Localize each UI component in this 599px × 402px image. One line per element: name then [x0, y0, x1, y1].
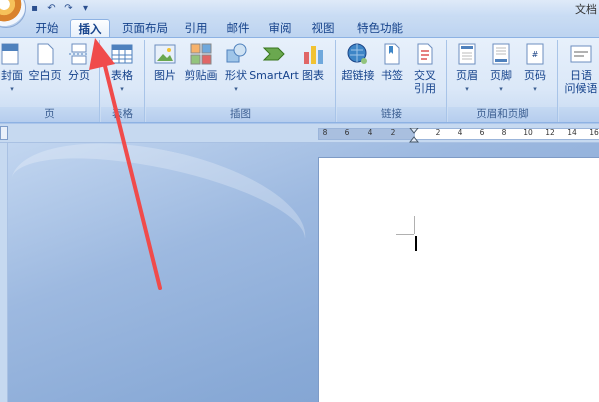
chart-icon [304, 46, 323, 64]
smartart-icon [262, 47, 285, 61]
cross-reference-button[interactable]: 交叉 引用 [411, 42, 439, 95]
ruler-number: 2 [435, 128, 441, 137]
group-label-header-footer: 页眉和页脚 [448, 107, 557, 122]
ruler-number: 4 [457, 128, 463, 137]
undo-icon[interactable]: ↶ [45, 2, 58, 15]
ruler-number: 16 [589, 128, 599, 137]
ribbon-tab-row: 开始 插入 页面布局 引用 邮件 审阅 视图 特色功能 [0, 17, 599, 38]
title-bar: ▪ ↶ ↷ ▾ 文档 [0, 0, 599, 28]
dropdown-arrow-icon: ▾ [234, 85, 238, 93]
crop-mark [414, 216, 415, 234]
dropdown-arrow-icon: ▾ [10, 85, 14, 93]
ruler-number: 6 [344, 128, 350, 137]
group-pages: 封面 ▾ 空白页 分页 页 [0, 40, 100, 122]
group-table: 表格 ▾ 表格 [101, 40, 145, 122]
text-cursor [415, 236, 417, 251]
clip-art-button[interactable]: 剪贴画 [183, 42, 219, 82]
group-label-illustrations: 插图 [146, 107, 335, 122]
group-label-table: 表格 [101, 107, 144, 122]
cover-page-button[interactable]: 封面 ▾ [0, 42, 24, 93]
header-icon [458, 43, 476, 65]
hyperlink-button[interactable]: 超链接 [340, 42, 376, 82]
indent-marker-icon[interactable] [409, 128, 419, 144]
tab-home[interactable]: 开始 [28, 19, 66, 38]
page-number-icon: # [526, 43, 544, 65]
table-button[interactable]: 表格 ▾ [107, 42, 137, 93]
document-page[interactable] [318, 157, 599, 402]
blank-page-icon [37, 43, 54, 65]
group-header-footer: 页眉 ▾ 页脚 ▾ # 页码 ▾ 页眉和页脚 [448, 40, 558, 122]
group-special: 日语 问候语 [559, 40, 599, 122]
save-icon[interactable]: ▪ [28, 2, 41, 15]
ruler-number: 4 [367, 128, 373, 137]
blank-page-button[interactable]: 空白页 [28, 42, 62, 82]
globe-link-icon [347, 43, 367, 64]
picture-button[interactable]: 图片 [152, 42, 178, 82]
ruler-toggle-button[interactable] [0, 126, 8, 140]
dropdown-arrow-icon: ▾ [465, 85, 469, 93]
bookmark-icon [384, 43, 400, 65]
ruler-number: 6 [479, 128, 485, 137]
shapes-button[interactable]: 形状 ▾ [222, 42, 250, 93]
ruler-number: 10 [523, 128, 533, 137]
greeting-icon [570, 45, 592, 63]
tab-mailings[interactable]: 邮件 [220, 19, 256, 38]
picture-icon [154, 44, 176, 64]
smartart-button[interactable]: SmartArt [249, 42, 299, 82]
ruler-number: 12 [545, 128, 555, 137]
horizontal-ruler[interactable]: 8 6 4 2 2 4 6 8 10 12 14 16 [318, 128, 599, 140]
table-icon [111, 44, 133, 64]
tab-view[interactable]: 视图 [305, 19, 341, 38]
ruler-number: 8 [501, 128, 507, 137]
header-button[interactable]: 页眉 ▾ [454, 42, 480, 93]
group-label-pages: 页 [0, 107, 99, 122]
ruler-number: 2 [390, 128, 396, 137]
page-number-button[interactable]: # 页码 ▾ [522, 42, 548, 93]
japanese-greeting-button[interactable]: 日语 问候语 [563, 42, 599, 95]
footer-icon [492, 43, 510, 65]
group-illustrations: 图片 剪贴画 形状 ▾ SmartArt 图表 插图 [146, 40, 336, 122]
vertical-ruler[interactable] [0, 143, 8, 402]
ribbon: 封面 ▾ 空白页 分页 页 表格 ▾ 表格 图片 剪贴画 形状 ▾ SmartA… [0, 37, 599, 123]
group-links: 超链接 书签 交叉 引用 链接 [337, 40, 447, 122]
ruler-number: 8 [322, 128, 328, 137]
ruler-number: 14 [567, 128, 577, 137]
tab-references[interactable]: 引用 [178, 19, 214, 38]
tab-review[interactable]: 审阅 [262, 19, 298, 38]
tab-special-features[interactable]: 特色功能 [350, 19, 410, 38]
page-break-icon [69, 43, 89, 65]
quick-access-toolbar: ▪ ↶ ↷ ▾ [28, 1, 92, 15]
tab-insert[interactable]: 插入 [70, 19, 110, 38]
cover-page-icon [1, 43, 19, 65]
page-break-button[interactable]: 分页 [66, 42, 92, 82]
footer-button[interactable]: 页脚 ▾ [488, 42, 514, 93]
window-title: 文档 [575, 3, 597, 16]
shapes-icon [226, 43, 247, 63]
svg-text:#: # [532, 50, 539, 59]
customize-qat-button[interactable]: ▾ [79, 2, 92, 15]
redo-icon[interactable]: ↷ [62, 2, 75, 15]
dropdown-arrow-icon: ▾ [120, 85, 124, 93]
group-label-special [559, 107, 599, 122]
clip-art-icon [190, 43, 212, 65]
group-label-links: 链接 [337, 107, 446, 122]
cross-reference-icon [417, 43, 433, 65]
crop-mark [396, 234, 414, 235]
bookmark-button[interactable]: 书签 [379, 42, 405, 82]
dropdown-arrow-icon: ▾ [499, 85, 503, 93]
tab-page-layout[interactable]: 页面布局 [116, 19, 174, 38]
dropdown-arrow-icon: ▾ [533, 85, 537, 93]
chart-button[interactable]: 图表 [300, 42, 326, 82]
